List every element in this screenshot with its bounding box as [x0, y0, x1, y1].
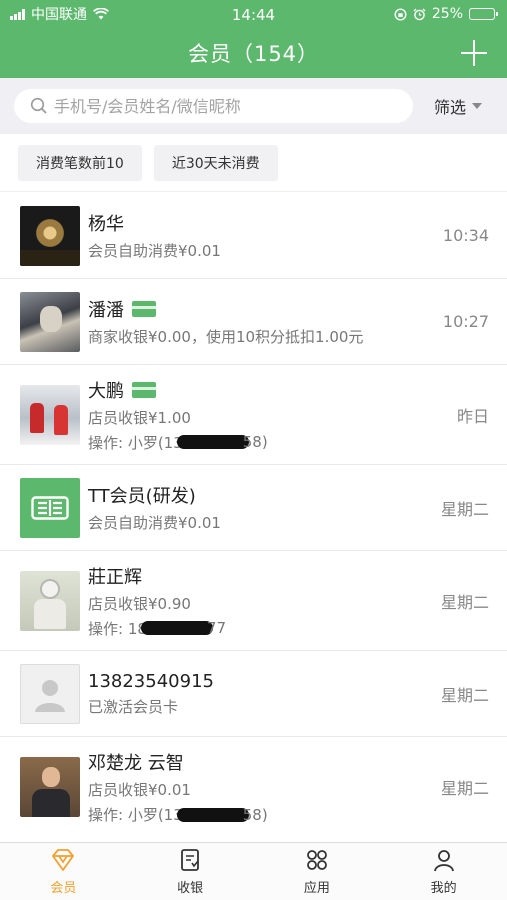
member-name: 潘潘	[88, 300, 124, 321]
status-bar: 中国联通 14:44 25%	[0, 0, 507, 28]
avatar	[20, 663, 80, 724]
member-name: 13823540915	[88, 670, 214, 692]
list-item[interactable]: 莊正辉 店员收银¥0.90 操作: 18 77 星期二	[0, 551, 507, 651]
clock: 14:44	[231, 6, 276, 24]
nav-bar: 会员（154）	[0, 28, 507, 78]
timestamp: 10:34	[442, 226, 489, 245]
brand-logo-icon	[31, 495, 69, 520]
search-input[interactable]	[54, 96, 413, 116]
timestamp: 昨日	[456, 406, 489, 426]
default-avatar-icon	[35, 679, 65, 712]
timestamp: 星期二	[440, 592, 489, 612]
page-title: 会员（154）	[187, 42, 320, 66]
activity-text: 店员收银¥0.01	[88, 781, 191, 799]
operator-prefix: 操作: 小罗(13	[88, 806, 183, 824]
operator-prefix: 操作: 18	[88, 619, 147, 638]
diamond-icon	[52, 849, 75, 871]
list-item[interactable]: 邓楚龙 云智 店员收银¥0.01 操作: 小罗(13 58) 星期二	[0, 737, 507, 837]
timestamp: 星期二	[440, 499, 489, 519]
operator-text: 操作: 小罗(13 58)	[88, 432, 417, 453]
tab-label: 我的	[430, 881, 457, 896]
avatar	[20, 384, 80, 445]
list-item[interactable]: TT会员(研发) 会员自助消费¥0.01 星期二	[0, 465, 507, 551]
add-member-button[interactable]	[459, 38, 489, 68]
search-icon	[30, 97, 47, 114]
chip-inactive-30d[interactable]: 近30天未消费	[153, 144, 278, 181]
member-name: 莊正辉	[88, 566, 142, 588]
member-list: 杨华 会员自助消费¥0.01 10:34 潘潘 商家收银¥0.00，使用10积分…	[0, 193, 507, 842]
activity-text: 店员收银¥1.00	[88, 408, 191, 427]
redaction-mark	[140, 621, 213, 635]
timestamp: 10:27	[442, 312, 489, 331]
search-box[interactable]	[14, 89, 413, 123]
chevron-down-icon	[472, 103, 482, 109]
header: 中国联通 14:44 25% 会员（154）	[0, 0, 507, 78]
redaction-mark	[176, 435, 249, 449]
quick-filters: 消费笔数前10 近30天未消费	[0, 134, 507, 192]
filter-label: 筛选	[433, 98, 466, 117]
list-item[interactable]: 大鹏 店员收银¥1.00 操作: 小罗(13 58) 昨日	[0, 365, 507, 465]
operator-prefix: 操作: 小罗(13	[88, 433, 183, 452]
member-card-icon	[132, 301, 156, 317]
tab-members[interactable]: 会员	[0, 843, 127, 900]
tab-profile[interactable]: 我的	[380, 843, 507, 900]
avatar	[20, 757, 80, 817]
tab-label: 应用	[303, 881, 330, 896]
activity-text: 已激活会员卡	[88, 697, 179, 716]
person-icon	[433, 850, 454, 872]
activity-text: 会员自助消费¥0.01	[88, 242, 221, 260]
activity-text: 店员收银¥0.90	[88, 594, 191, 613]
tab-bar: 会员 收银 应用 我的	[0, 842, 507, 900]
avatar	[20, 477, 80, 538]
tab-apps[interactable]: 应用	[254, 843, 381, 900]
member-name: 邓楚龙 云智	[88, 753, 184, 774]
apps-grid-icon	[306, 850, 327, 870]
member-name: 杨华	[88, 214, 124, 235]
avatar	[20, 291, 80, 352]
member-name: TT会员(研发)	[88, 486, 196, 507]
chip-top10[interactable]: 消费笔数前10	[18, 144, 142, 181]
search-bar: 筛选	[0, 78, 507, 134]
avatar	[20, 205, 80, 266]
tab-label: 收银	[177, 881, 204, 896]
tab-cashier[interactable]: 收银	[127, 843, 254, 900]
timestamp: 星期二	[440, 685, 489, 705]
member-name: 大鹏	[88, 380, 124, 402]
list-item[interactable]: 潘潘 商家收银¥0.00，使用10积分抵扣1.00元 10:27	[0, 279, 507, 365]
timestamp: 星期二	[440, 779, 489, 798]
activity-text: 商家收银¥0.00，使用10积分抵扣1.00元	[88, 328, 364, 346]
operator-suffix: 58)	[242, 433, 268, 451]
battery-icon	[469, 8, 498, 20]
operator-text: 操作: 小罗(13 58)	[88, 804, 417, 825]
activity-text: 会员自助消费¥0.01	[88, 514, 221, 532]
list-item[interactable]: 13823540915 已激活会员卡 星期二	[0, 651, 507, 737]
avatar	[20, 570, 80, 631]
list-item[interactable]: 杨华 会员自助消费¥0.01 10:34	[0, 193, 507, 279]
operator-suffix: 58)	[242, 805, 268, 824]
operator-suffix: 77	[206, 619, 227, 637]
member-card-icon	[132, 381, 156, 398]
tab-label: 会员	[50, 881, 77, 896]
filter-button[interactable]: 筛选	[423, 94, 493, 118]
receipt-icon	[181, 849, 200, 871]
operator-text: 操作: 18 77	[88, 618, 417, 639]
redaction-mark	[176, 807, 249, 822]
